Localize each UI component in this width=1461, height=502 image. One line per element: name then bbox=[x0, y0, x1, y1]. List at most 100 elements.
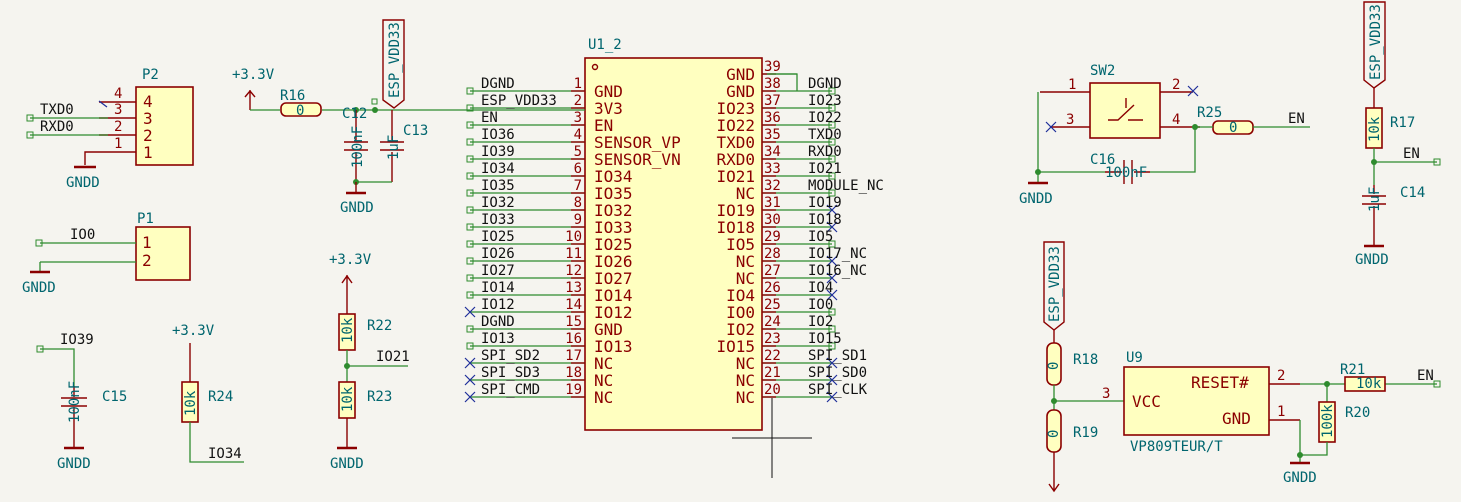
u1-right-pin-num: 23 bbox=[764, 331, 781, 347]
connector-p2-ref: P2 bbox=[142, 67, 159, 83]
r22-ref: R22 bbox=[367, 318, 392, 334]
resistor-r19[interactable]: R19 0 bbox=[1046, 409, 1098, 453]
sw2-pin-num: 2 bbox=[1172, 77, 1180, 93]
resistor-r23[interactable]: R23 10k bbox=[338, 381, 392, 419]
u9-part: VP809TEUR/T bbox=[1130, 439, 1223, 455]
u1-left-pin-num: 5 bbox=[574, 144, 582, 160]
u1-right-net: MODULE_NC bbox=[808, 178, 884, 194]
connector-p2[interactable]: P2 4 3 2 1 4 3 2 1 bbox=[99, 67, 194, 166]
p2-pin-num: 2 bbox=[114, 119, 122, 135]
power-flag-esp-vdd33-top: ESP_VDD33 bbox=[382, 19, 405, 109]
c12-ref: C12 bbox=[342, 106, 367, 122]
u1-right-pin-num: 32 bbox=[764, 178, 781, 194]
u9-pin-vcc: VCC bbox=[1132, 392, 1161, 411]
resistor-r18[interactable]: R18 0 bbox=[1046, 342, 1098, 386]
power-flag-esp-vdd33-right: ESP_VDD33 bbox=[1363, 1, 1386, 89]
u1-right-pin-num: 25 bbox=[764, 297, 781, 313]
u1-left-pin-num: 6 bbox=[574, 161, 582, 177]
u1-left-net: IO34 bbox=[481, 161, 515, 177]
ic-u9[interactable]: U9 VCC RESET# GND VP809TEUR/T 3 2 1 bbox=[1102, 350, 1300, 455]
u1-left-pin-num: 7 bbox=[574, 178, 582, 194]
flag-label: ESP_VDD33 bbox=[387, 22, 403, 98]
junction bbox=[344, 363, 350, 369]
resistor-r24[interactable]: R24 10k bbox=[181, 381, 233, 423]
power-arrow-icon bbox=[341, 274, 353, 314]
switch-sw2[interactable]: SW2 1 2 3 4 bbox=[1040, 63, 1200, 139]
u1-right-net: IO15 bbox=[808, 331, 842, 347]
capacitor-c12[interactable]: C12 100nF bbox=[342, 106, 368, 182]
r20-value: 100k bbox=[1320, 404, 1336, 438]
c15-value: 100nF bbox=[67, 381, 83, 423]
flag-label: ESP_VDD33 bbox=[1047, 246, 1063, 322]
p2-pin-num: 3 bbox=[114, 102, 122, 118]
p1-pin-label: 2 bbox=[142, 251, 152, 270]
resistor-r22[interactable]: R22 10k bbox=[338, 313, 392, 351]
u1-left-net: SPI_SD3 bbox=[481, 365, 540, 381]
u1-right-pin-num: 37 bbox=[764, 93, 781, 109]
u1-left-pin-num: 9 bbox=[574, 212, 582, 228]
u9-pin-num: 2 bbox=[1277, 368, 1285, 384]
u1-left-net: IO14 bbox=[481, 280, 515, 296]
u1-right-pin-num: 34 bbox=[764, 144, 781, 160]
u9-ref: U9 bbox=[1126, 350, 1143, 366]
p2-pin-num: 1 bbox=[114, 136, 122, 152]
u1-left-net: IO12 bbox=[481, 297, 515, 313]
u1-left-net: IO36 bbox=[481, 127, 515, 143]
r21-value: 10k bbox=[1356, 376, 1382, 392]
connector-p1[interactable]: P1 1 2 bbox=[135, 211, 191, 281]
resistor-r17[interactable]: R17 10k bbox=[1365, 107, 1415, 149]
capacitor-c14[interactable]: C14 1uF bbox=[1362, 185, 1425, 245]
u1-right-net: RXD0 bbox=[808, 144, 842, 160]
resistor-r21[interactable]: R21 10k bbox=[1340, 362, 1386, 392]
gnd-label: GNDD bbox=[22, 280, 56, 296]
u1-left-pin-num: 14 bbox=[565, 297, 582, 313]
resistor-r20[interactable]: R20 100k bbox=[1318, 401, 1370, 443]
capacitor-c16[interactable]: C16 100nF bbox=[1090, 152, 1150, 184]
u1-left-net: IO32 bbox=[481, 195, 515, 211]
u1-right-pin-num: 24 bbox=[764, 314, 781, 330]
ic-u1[interactable]: U1_2 DGND 1 GNDESP_VDD33 2 3V3EN 3 ENIO36 4 SENS… bbox=[464, 37, 884, 431]
u1-right-pin-num: 30 bbox=[764, 212, 781, 228]
c16-value: 100nF bbox=[1105, 165, 1147, 181]
u1-left-net: ESP_VDD33 bbox=[481, 93, 557, 109]
u1-left-net: IO39 bbox=[481, 144, 515, 160]
u1-left-pin-num: 8 bbox=[574, 195, 582, 211]
connector-p1-ref: P1 bbox=[137, 211, 154, 227]
r19-ref: R19 bbox=[1073, 425, 1098, 441]
u1-left-net: SPI_SD2 bbox=[481, 348, 540, 364]
power-label-3v3: +3.3V bbox=[329, 252, 372, 268]
u1-right-net: IO19 bbox=[808, 195, 842, 211]
u1-right-pin-num: 27 bbox=[764, 263, 781, 279]
u1-left-net: IO33 bbox=[481, 212, 515, 228]
u1-right-net: DGND bbox=[808, 76, 842, 92]
r17-ref: R17 bbox=[1390, 115, 1415, 131]
u1-right-net: IO21 bbox=[808, 161, 842, 177]
u1-left-pin-num: 18 bbox=[565, 365, 582, 381]
capacitor-c13[interactable]: C13 1uF bbox=[380, 110, 428, 182]
resistor-r25[interactable]: R25 0 bbox=[1197, 105, 1254, 136]
r22-value: 10k bbox=[340, 317, 356, 343]
net-label-en: EN bbox=[1417, 368, 1434, 384]
gnd-label: GNDD bbox=[1283, 470, 1317, 486]
u1-right-net: IO22 bbox=[808, 110, 842, 126]
u9-pin-reset: RESET# bbox=[1191, 373, 1249, 392]
u1-right-pin-num: 20 bbox=[764, 382, 781, 398]
r24-ref: R24 bbox=[208, 389, 233, 405]
u1-right-pin-num: 31 bbox=[764, 195, 781, 211]
power-flag-esp-vdd33-bottom: ESP_VDD33 bbox=[1043, 241, 1065, 331]
u1-left-net: IO35 bbox=[481, 178, 515, 194]
wire-end bbox=[371, 98, 378, 105]
r20-ref: R20 bbox=[1345, 405, 1370, 421]
schematic-canvas: U1_2 DGND 1 GNDESP_VDD33 2 3V3EN 3 ENIO36 4 SENS… bbox=[22, 1, 1441, 493]
u1-left-pin-num: 16 bbox=[565, 331, 582, 347]
net-label-en: EN bbox=[1288, 111, 1305, 127]
u1-left-net: EN bbox=[481, 110, 498, 126]
u1-right-pin-name: NC bbox=[736, 388, 755, 407]
junction bbox=[1371, 159, 1377, 165]
u1-right-net: IO23 bbox=[808, 93, 842, 109]
capacitor-c15[interactable]: C15 100nF bbox=[61, 381, 127, 447]
p2-pin-num: 4 bbox=[114, 86, 122, 102]
resistor-r16[interactable]: R16 0 bbox=[280, 88, 322, 119]
junction bbox=[1297, 452, 1303, 458]
u1-right-pin-num: 22 bbox=[764, 348, 781, 364]
